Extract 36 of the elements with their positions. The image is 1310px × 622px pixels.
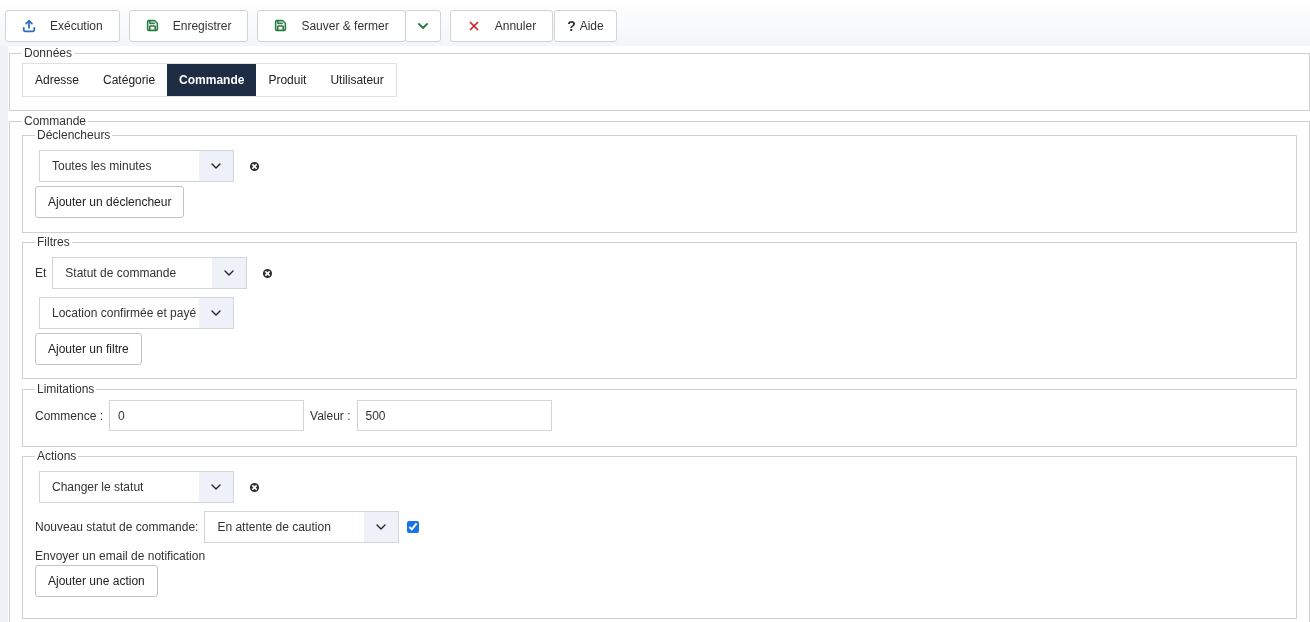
- field-label: Commence :: [35, 408, 104, 423]
- dropdown-select[interactable]: Statut de commande: [52, 257, 248, 289]
- section-legend: Actions: [35, 449, 79, 463]
- toolbar-button[interactable]: Enregistrer: [128, 9, 249, 42]
- section-legend: Déclencheurs: [35, 128, 113, 142]
- input-field[interactable]: 0: [109, 400, 305, 431]
- toolbar-button[interactable]: Annuler: [449, 9, 554, 42]
- upload-icon: [22, 18, 36, 33]
- section-legend: Filtres: [35, 235, 72, 249]
- add-action-button[interactable]: Ajouter une action: [35, 565, 158, 597]
- dropdown-select[interactable]: Changer le statut: [39, 471, 234, 503]
- section-legend: Données: [22, 46, 75, 60]
- add-filter-button[interactable]: Ajouter un filtre: [35, 333, 142, 365]
- dropdown-select[interactable]: Toutes les minutes: [39, 150, 234, 182]
- field-label: Et: [35, 266, 47, 280]
- field-label: Envoyer un email de notification: [35, 549, 206, 563]
- help-icon: ?: [567, 17, 576, 34]
- remove-icon: [248, 480, 261, 494]
- remove-icon: [261, 266, 275, 280]
- dropdown-select[interactable]: Location confirmée et payé: [39, 297, 234, 329]
- dropdown-toggle-button[interactable]: [404, 9, 441, 42]
- toolbar-button[interactable]: Exécution: [5, 9, 120, 42]
- remove-icon: [248, 159, 261, 173]
- input-field[interactable]: 500: [356, 400, 552, 431]
- toolbar-button[interactable]: Sauver & fermer: [257, 9, 406, 42]
- save-icon: [145, 19, 159, 32]
- dropdown-select[interactable]: En attente de caution: [204, 511, 400, 543]
- save-icon: [274, 19, 288, 32]
- section-legend: Commande: [22, 114, 89, 128]
- toolbar-button[interactable]: ? Aide: [554, 9, 617, 42]
- field-label: Nouveau statut de commande:: [35, 520, 199, 534]
- add-trigger-button[interactable]: Ajouter un déclencheur: [35, 186, 185, 218]
- section-legend: Limitations: [35, 382, 97, 396]
- notify-checkbox[interactable]: [407, 521, 420, 533]
- field-label: Valeur :: [310, 408, 351, 423]
- tab[interactable]: Commande: [167, 64, 257, 96]
